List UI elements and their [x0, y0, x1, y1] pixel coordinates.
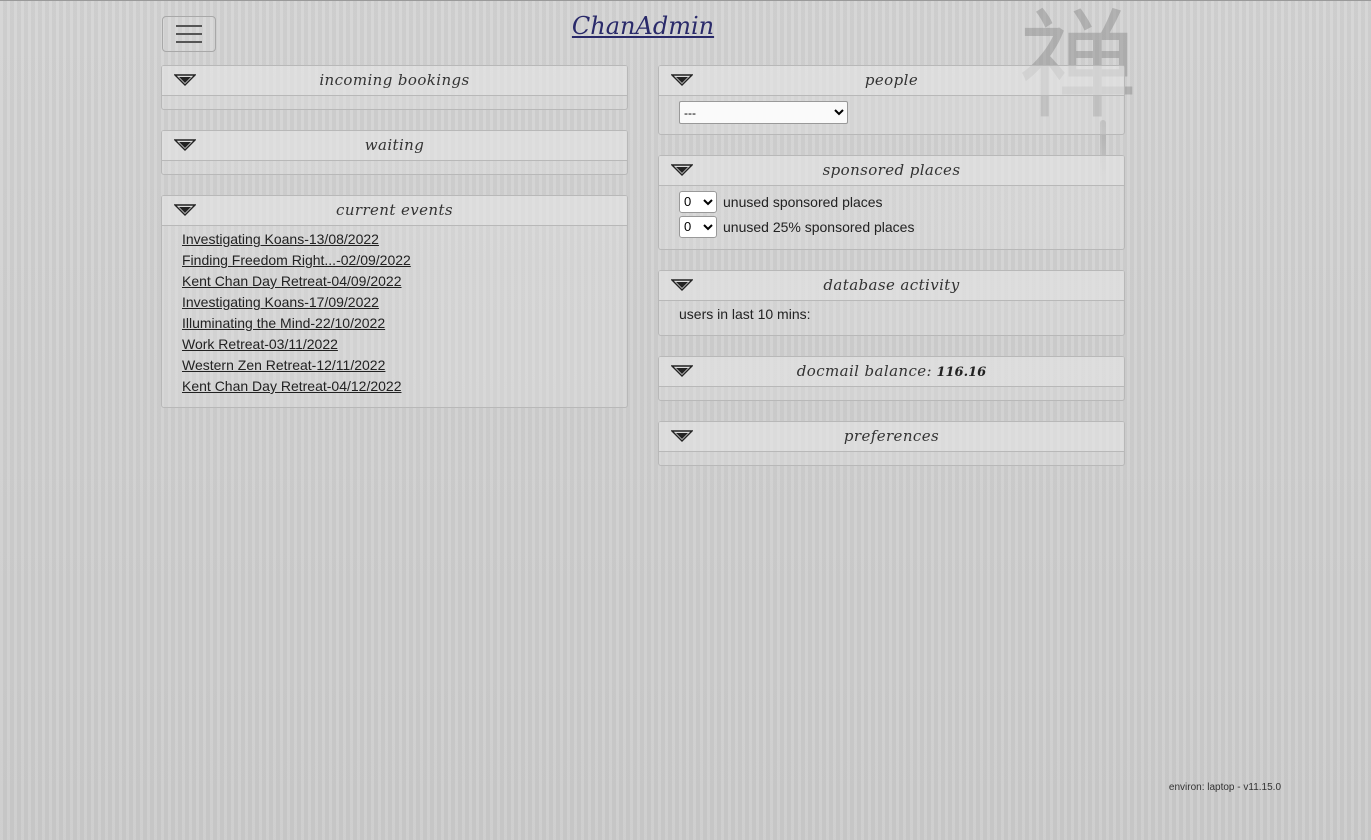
unused-sponsored-select[interactable]: 0	[679, 190, 717, 213]
top-border	[0, 0, 1371, 1]
incoming-bookings-panel: incoming bookings	[161, 65, 628, 110]
activity-body: users in last 10 mins:	[659, 301, 1124, 327]
sponsored-places-panel: sponsored places 0 unused sponsored plac…	[658, 155, 1125, 250]
panel-title: incoming bookings	[319, 71, 470, 89]
panel-title: sponsored places	[822, 161, 961, 179]
event-link[interactable]: Kent Chan Day Retreat-04/12/2022	[182, 378, 401, 394]
panel-title: database activity	[823, 276, 960, 294]
event-link[interactable]: Kent Chan Day Retreat-04/09/2022	[182, 273, 401, 289]
collapse-toggle-icon[interactable]	[671, 279, 693, 291]
list-item: Investigating Koans-13/08/2022	[182, 229, 607, 250]
docmail-balance-value: 116.16	[936, 365, 987, 380]
collapse-toggle-icon[interactable]	[174, 74, 196, 86]
collapse-toggle-icon[interactable]	[671, 164, 693, 176]
people-panel: people ---	[658, 65, 1125, 135]
sponsored-body: 0 unused sponsored places 0 unused 25% s…	[659, 186, 1124, 239]
list-item: Western Zen Retreat-12/11/2022	[182, 355, 607, 376]
panel-header: waiting	[162, 131, 627, 161]
unused-25-sponsored-label: unused 25% sponsored places	[723, 218, 915, 235]
collapse-toggle-icon[interactable]	[174, 204, 196, 216]
docmail-balance-panel: docmail balance: 116.16	[658, 356, 1125, 401]
list-item: Illuminating the Mind-22/10/2022	[182, 313, 607, 334]
event-link[interactable]: Western Zen Retreat-12/11/2022	[182, 357, 385, 373]
unused-25-sponsored-row: 0 unused 25% sponsored places	[679, 214, 1104, 239]
users-last-10-mins: users in last 10 mins:	[679, 306, 811, 322]
panel-title: preferences	[843, 427, 940, 445]
environ-footer: environ: laptop - v11.15.0	[1168, 782, 1281, 793]
events-body: Investigating Koans-13/08/2022 Finding F…	[162, 226, 627, 397]
unused-sponsored-row: 0 unused sponsored places	[679, 189, 1104, 214]
panel-title: current events	[336, 201, 453, 219]
list-item: Kent Chan Day Retreat-04/09/2022	[182, 271, 607, 292]
people-select[interactable]: ---	[679, 101, 848, 124]
hamburger-bar-icon	[176, 25, 202, 27]
brand-link[interactable]: ChanAdmin	[540, 12, 746, 40]
panel-header: incoming bookings	[162, 66, 627, 96]
event-link[interactable]: Finding Freedom Right...-02/09/2022	[182, 252, 411, 268]
collapse-toggle-icon[interactable]	[671, 365, 693, 377]
collapse-toggle-icon[interactable]	[671, 430, 693, 442]
unused-25-sponsored-select[interactable]: 0	[679, 215, 717, 238]
list-item: Investigating Koans-17/09/2022	[182, 292, 607, 313]
event-link[interactable]: Work Retreat-03/11/2022	[182, 336, 338, 352]
hamburger-bar-icon	[176, 41, 202, 43]
hamburger-bar-icon	[176, 33, 202, 35]
panel-header: current events	[162, 196, 627, 226]
people-body: ---	[659, 96, 1124, 124]
panel-header: preferences	[659, 422, 1124, 452]
event-link[interactable]: Investigating Koans-17/09/2022	[182, 294, 379, 310]
panel-title: people	[864, 71, 919, 89]
event-link[interactable]: Illuminating the Mind-22/10/2022	[182, 315, 385, 331]
panel-header: database activity	[659, 271, 1124, 301]
database-activity-panel: database activity users in last 10 mins:	[658, 270, 1125, 336]
unused-sponsored-label: unused sponsored places	[723, 193, 883, 210]
panel-header: sponsored places	[659, 156, 1124, 186]
current-events-panel: current events Investigating Koans-13/08…	[161, 195, 628, 408]
hamburger-menu-button[interactable]	[162, 16, 216, 52]
event-link[interactable]: Investigating Koans-13/08/2022	[182, 231, 379, 247]
collapse-toggle-icon[interactable]	[671, 74, 693, 86]
panel-header: people	[659, 66, 1124, 96]
list-item: Work Retreat-03/11/2022	[182, 334, 607, 355]
list-item: Finding Freedom Right...-02/09/2022	[182, 250, 607, 271]
panel-title: docmail balance:	[796, 362, 933, 380]
panel-header: docmail balance: 116.16	[659, 357, 1124, 387]
waiting-panel: waiting	[161, 130, 628, 175]
panel-title: waiting	[364, 136, 425, 154]
list-item: Kent Chan Day Retreat-04/12/2022	[182, 376, 607, 397]
collapse-toggle-icon[interactable]	[174, 139, 196, 151]
preferences-panel: preferences	[658, 421, 1125, 466]
event-list: Investigating Koans-13/08/2022 Finding F…	[182, 229, 607, 397]
